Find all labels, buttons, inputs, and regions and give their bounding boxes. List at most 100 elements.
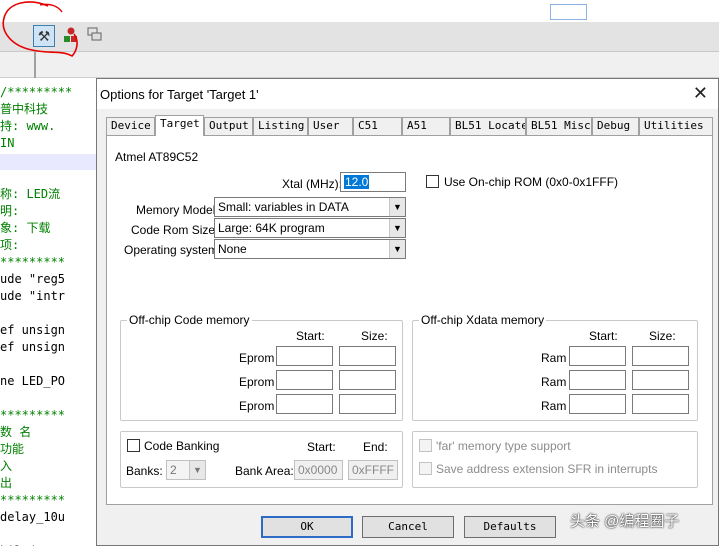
offchip-xdata-group: Off-chip Xdata memory Start: Size: Ram R… xyxy=(412,313,698,421)
use-onchip-rom-checkbox[interactable] xyxy=(426,175,439,188)
code-line: /********* xyxy=(0,85,73,99)
offchip-code-row-label: Eprom xyxy=(239,375,275,389)
memory-model-value: Small: variables in DATA xyxy=(218,200,349,214)
code-line: 普中科技 xyxy=(0,102,49,116)
offchip-xdata-row-label: Ram xyxy=(541,375,567,389)
options-dialog: Options for Target 'Target 1' ✕ Device T… xyxy=(96,78,719,546)
offchip-code-size-input[interactable] xyxy=(339,346,396,366)
code-line: ********* xyxy=(0,493,66,507)
offchip-code-legend: Off-chip Code memory xyxy=(127,313,252,327)
save-sfr-label: Save address extension SFR in interrupts xyxy=(436,462,658,476)
chevron-down-icon: ▼ xyxy=(189,461,205,479)
memory-model-select[interactable]: Small: variables in DATA ▼ xyxy=(214,197,406,217)
offchip-code-size-header: Size: xyxy=(361,329,388,343)
code-line: ne LED_PO xyxy=(0,374,66,388)
code-line: 功能 xyxy=(0,442,25,456)
os-value: None xyxy=(218,242,247,256)
tab-listing[interactable]: Listing xyxy=(253,117,308,135)
bank-area-start-input[interactable]: 0x0000 xyxy=(294,460,343,480)
watermark: 头条 @编程圈子 xyxy=(570,513,680,530)
offchip-xdata-start-input[interactable] xyxy=(569,346,626,366)
tab-c51[interactable]: C51 xyxy=(353,117,402,135)
offchip-code-start-header: Start: xyxy=(296,329,325,343)
offchip-code-size-input[interactable] xyxy=(339,370,396,390)
tab-output[interactable]: Output xyxy=(204,117,253,135)
code-line: delay_10u xyxy=(0,510,66,524)
code-rom-size-value: Large: 64K program xyxy=(218,221,325,235)
manage-glyph xyxy=(87,27,102,41)
tab-user[interactable]: User xyxy=(308,117,353,135)
offchip-code-start-input[interactable] xyxy=(276,370,333,390)
offchip-xdata-size-input[interactable] xyxy=(632,346,689,366)
chevron-down-icon: ▼ xyxy=(389,219,405,237)
tab-bl51-misc[interactable]: BL51 Misc xyxy=(526,117,592,135)
code-line: 数 名 xyxy=(0,425,32,439)
code-rom-size-select[interactable]: Large: 64K program ▼ xyxy=(214,218,406,238)
far-memory-label: 'far' memory type support xyxy=(436,439,571,453)
xtal-value: 12.0 xyxy=(344,175,370,189)
target-panel: Atmel AT89C52 Xtal (MHz): 12.0 Use On-ch… xyxy=(106,135,713,505)
code-line: 出 xyxy=(0,476,13,490)
save-sfr-checkbox[interactable] xyxy=(419,462,432,475)
tab-bl51-locate[interactable]: BL51 Locate xyxy=(450,117,526,135)
ide-toolbar: ⚒ xyxy=(0,22,719,52)
code-line: 称: LED流 xyxy=(0,187,61,201)
tab-debug[interactable]: Debug xyxy=(592,117,639,135)
bank-area-end-value: 0xFFFF xyxy=(352,463,394,477)
ide-strip-divider xyxy=(34,52,36,78)
banks-select[interactable]: 2 ▼ xyxy=(166,460,206,480)
offchip-code-row-label: Eprom xyxy=(239,399,275,413)
tab-utilities[interactable]: Utilities xyxy=(639,117,713,135)
tab-device[interactable]: Device xyxy=(106,117,155,135)
offchip-code-row-label: Eprom xyxy=(239,351,275,365)
offchip-xdata-legend: Off-chip Xdata memory xyxy=(419,313,547,327)
far-memory-checkbox[interactable] xyxy=(419,439,432,452)
code-line: ********* xyxy=(0,408,66,422)
code-line: 持: www. xyxy=(0,119,56,133)
offchip-xdata-start-input[interactable] xyxy=(569,394,626,414)
offchip-code-start-input[interactable] xyxy=(276,346,333,366)
bank-area-end-input[interactable]: 0xFFFF xyxy=(348,460,398,480)
code-rom-size-label: Code Rom Size: xyxy=(131,223,219,237)
offchip-code-size-input[interactable] xyxy=(339,394,396,414)
code-banking-group: Code Banking Start: End: Banks: 2 ▼ Bank… xyxy=(120,431,403,488)
offchip-xdata-size-input[interactable] xyxy=(632,370,689,390)
ide-tab-strip xyxy=(0,52,719,78)
manage-icon[interactable] xyxy=(84,25,106,47)
target-options-icon[interactable] xyxy=(60,25,82,47)
tab-target[interactable]: Target xyxy=(155,115,204,136)
xtal-input[interactable]: 12.0 xyxy=(340,172,406,192)
code-editor[interactable]: /********* 普中科技 持: www. IN 称: LED流 明: 象: 下载项… xyxy=(0,80,98,546)
dialog-title: Options for Target 'Target 1' xyxy=(100,87,259,102)
cancel-button[interactable]: Cancel xyxy=(362,516,454,538)
wand-icon[interactable]: ⚒ xyxy=(33,25,55,47)
offchip-xdata-row-label: Ram xyxy=(541,351,567,365)
bank-area-label: Bank Area: xyxy=(235,464,294,478)
banks-label: Banks: xyxy=(126,464,163,478)
defaults-button[interactable]: Defaults xyxy=(464,516,556,538)
code-line: ude "reg5 xyxy=(0,272,66,286)
chevron-down-icon: ▼ xyxy=(389,240,405,258)
os-label: Operating system: xyxy=(124,243,222,257)
code-highlight-band xyxy=(0,154,98,170)
banks-value: 2 xyxy=(170,463,177,477)
tab-a51[interactable]: A51 xyxy=(402,117,450,135)
offchip-xdata-size-header: Size: xyxy=(649,329,676,343)
code-line: 入 xyxy=(0,459,13,473)
offchip-xdata-size-input[interactable] xyxy=(632,394,689,414)
offchip-xdata-start-input[interactable] xyxy=(569,370,626,390)
code-line: ef unsign xyxy=(0,340,66,354)
memory-model-label: Memory Model: xyxy=(136,203,219,217)
use-onchip-rom-label: Use On-chip ROM (0x0-0x1FFF) xyxy=(444,175,619,189)
code-line: IN xyxy=(0,136,15,150)
ok-button[interactable]: OK xyxy=(261,516,353,538)
offchip-code-start-input[interactable] xyxy=(276,394,333,414)
os-select[interactable]: None ▼ xyxy=(214,239,406,259)
ide-toolbar-combo[interactable] xyxy=(550,4,587,20)
code-banking-checkbox[interactable] xyxy=(127,439,140,452)
code-banking-label: Code Banking xyxy=(144,439,220,453)
dialog-titlebar: Options for Target 'Target 1' ✕ xyxy=(97,79,718,109)
close-icon[interactable]: ✕ xyxy=(693,84,708,102)
offchip-xdata-start-header: Start: xyxy=(589,329,618,343)
code-line: 明: xyxy=(0,204,20,218)
